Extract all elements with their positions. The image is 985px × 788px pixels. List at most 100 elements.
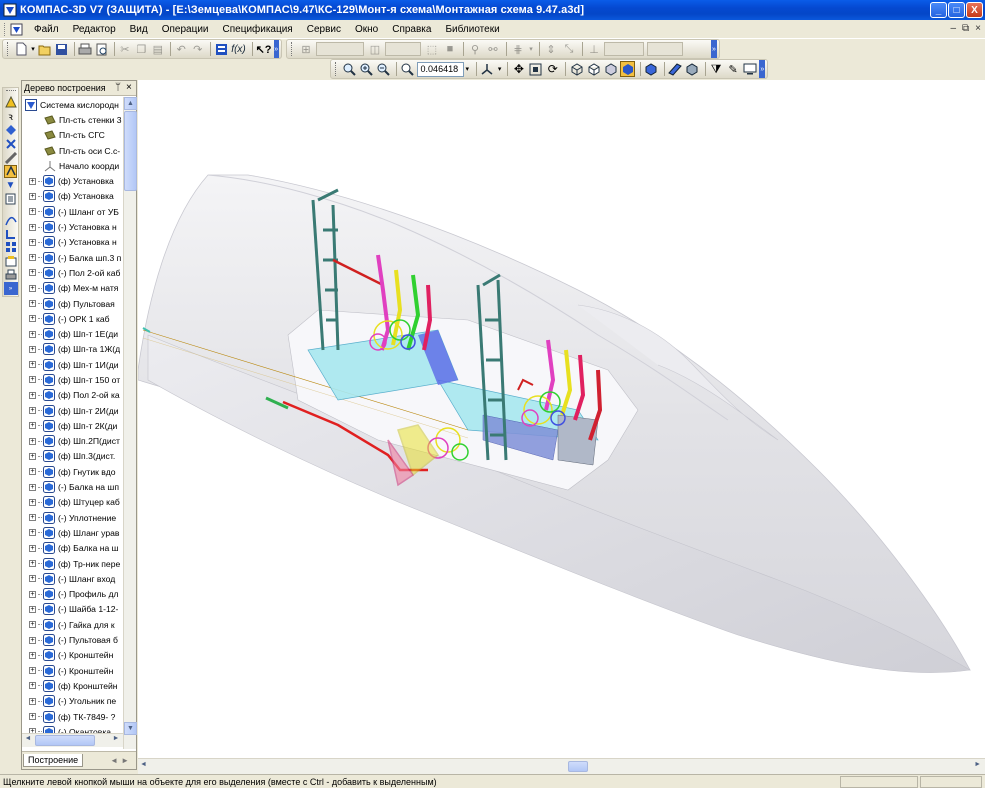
- surface-icon[interactable]: [4, 227, 17, 240]
- tree-item[interactable]: + (-) Балка на шп: [22, 479, 123, 494]
- tree-item[interactable]: Пл-сть оси С.с-: [22, 143, 123, 158]
- filter-icon[interactable]: ⧩: [709, 61, 724, 77]
- tree-item[interactable]: + (ф) Шп-т 2И(ди: [22, 403, 123, 418]
- tree-item[interactable]: + (-) Кронштейн: [22, 648, 123, 663]
- expand-icon[interactable]: +: [29, 391, 36, 399]
- axis-icon[interactable]: ⊥: [586, 41, 602, 57]
- scroll-right-icon[interactable]: ►: [110, 735, 122, 746]
- tree-item[interactable]: + (-) Установка н: [22, 219, 123, 234]
- wireframe-icon[interactable]: [569, 61, 584, 77]
- expand-icon[interactable]: +: [29, 621, 36, 629]
- expand-icon[interactable]: +: [29, 560, 36, 568]
- expand-icon[interactable]: +: [29, 529, 36, 537]
- shaded-edges-icon[interactable]: [644, 61, 659, 77]
- expand-icon[interactable]: +: [29, 177, 36, 185]
- tree-item[interactable]: + (-) Уплотнение: [22, 510, 123, 525]
- rotate-icon[interactable]: ⤡: [561, 41, 577, 57]
- expand-icon[interactable]: +: [29, 590, 36, 598]
- tree-item[interactable]: + (ф) Шп.2П(дист: [22, 434, 123, 449]
- tree-hscroll-thumb[interactable]: [35, 735, 95, 746]
- tab-construction[interactable]: Построение: [23, 754, 84, 767]
- parameter-field-a[interactable]: [604, 42, 644, 56]
- expand-icon[interactable]: +: [29, 330, 36, 338]
- spline-icon[interactable]: ꝛ: [4, 110, 17, 123]
- zoom-dropdown-icon[interactable]: ▾: [464, 61, 471, 77]
- curves-icon[interactable]: [4, 213, 17, 226]
- close-icon[interactable]: ×: [126, 82, 132, 93]
- expand-icon[interactable]: +: [29, 605, 36, 613]
- library-icon[interactable]: [4, 255, 17, 268]
- paste-icon[interactable]: ▤: [151, 41, 166, 57]
- tree-vertical-scrollbar[interactable]: ▲ ▼: [123, 97, 137, 749]
- scroll-up-icon[interactable]: ▲: [124, 97, 137, 110]
- menu-file[interactable]: Файл: [27, 24, 66, 35]
- hidden-lines-icon[interactable]: [586, 61, 601, 77]
- menu-help[interactable]: Справка: [385, 24, 438, 35]
- tree-item[interactable]: + (ф) Кронштейн: [22, 678, 123, 693]
- tree-item[interactable]: + (ф) Штуцер каб: [22, 495, 123, 510]
- toolbar-overflow-icon[interactable]: »: [759, 60, 766, 78]
- copy-icon[interactable]: ❐: [134, 41, 149, 57]
- expand-icon[interactable]: +: [29, 345, 36, 353]
- coordinate-field-y[interactable]: [385, 42, 421, 56]
- tree-item[interactable]: + (ф) Установка: [22, 173, 123, 188]
- active-tool-icon[interactable]: [4, 165, 17, 178]
- print-preview-icon[interactable]: [94, 41, 109, 57]
- new-document-icon[interactable]: [14, 41, 29, 57]
- tab-nav-arrows-icon[interactable]: ◄►: [110, 756, 136, 765]
- expand-icon[interactable]: +: [29, 544, 36, 552]
- parameter-field-b[interactable]: [647, 42, 683, 56]
- expand-icon[interactable]: +: [29, 483, 36, 491]
- tree-item[interactable]: + (-) Кронштейн: [22, 663, 123, 678]
- snap-grid-icon[interactable]: ⊞: [298, 41, 314, 57]
- expand-icon[interactable]: +: [29, 452, 36, 460]
- tree-item[interactable]: Пл-сть стенки 3: [22, 112, 123, 127]
- menu-service[interactable]: Сервис: [300, 24, 348, 35]
- model-viewport[interactable]: [138, 80, 985, 758]
- open-icon[interactable]: [38, 41, 53, 57]
- tree-item[interactable]: + (-) Гайка для к: [22, 617, 123, 632]
- tree-item[interactable]: + (ф) Шланг урав: [22, 525, 123, 540]
- expand-icon[interactable]: +: [29, 254, 36, 262]
- perspective-icon[interactable]: [668, 61, 683, 77]
- save-icon[interactable]: [54, 41, 69, 57]
- coordinate-field-x[interactable]: [316, 42, 364, 56]
- expand-icon[interactable]: +: [29, 361, 36, 369]
- expand-icon[interactable]: +: [29, 667, 36, 675]
- expand-icon[interactable]: +: [29, 713, 36, 721]
- toolbar-overflow-icon[interactable]: »: [711, 40, 717, 58]
- tree-item[interactable]: + (-) Балка шп.3 п: [22, 250, 123, 265]
- document-icon[interactable]: [10, 22, 24, 36]
- expand-icon[interactable]: +: [29, 682, 36, 690]
- tree-item[interactable]: + (ф) Балка на ш: [22, 541, 123, 556]
- tree-item[interactable]: + (ф) Шп-т 150 от: [22, 372, 123, 387]
- expand-icon[interactable]: +: [29, 514, 36, 522]
- dropdown-arrow-icon[interactable]: ▾: [497, 61, 503, 77]
- expand-icon[interactable]: +: [29, 468, 36, 476]
- doc-minimize-button[interactable]: –: [950, 23, 956, 34]
- expand-icon[interactable]: +: [29, 315, 36, 323]
- tree-item[interactable]: + (ф) Шп-т 2К(ди: [22, 418, 123, 433]
- fx-icon[interactable]: f(x): [230, 41, 246, 57]
- filter-icon[interactable]: ▼: [4, 179, 17, 192]
- expand-icon[interactable]: +: [29, 498, 36, 506]
- tree-scroll-thumb[interactable]: [124, 111, 137, 191]
- close-button[interactable]: X: [966, 2, 983, 18]
- tree-root-item[interactable]: Система кислородн: [22, 97, 123, 112]
- print-icon[interactable]: [4, 268, 17, 281]
- expand-icon[interactable]: +: [29, 697, 36, 705]
- menu-view[interactable]: Вид: [123, 24, 155, 35]
- menu-operations[interactable]: Операции: [155, 24, 216, 35]
- print-icon[interactable]: [78, 41, 93, 57]
- expand-icon[interactable]: +: [29, 407, 36, 415]
- tree-item[interactable]: + (ф) Гнутик вдо: [22, 464, 123, 479]
- tree-item[interactable]: + (-) ОРК 1 каб: [22, 311, 123, 326]
- zoom-window-icon[interactable]: [342, 61, 357, 77]
- tree-item[interactable]: + (-) Шайба 1-12-: [22, 602, 123, 617]
- doc-close-button[interactable]: ×: [975, 23, 981, 34]
- display-icon[interactable]: [743, 61, 758, 77]
- toolbar-overflow-icon[interactable]: »: [273, 40, 279, 58]
- menu-specification[interactable]: Спецификация: [216, 24, 300, 35]
- tree-item[interactable]: + (ф) Пол 2-ой ка: [22, 388, 123, 403]
- menu-window[interactable]: Окно: [348, 24, 385, 35]
